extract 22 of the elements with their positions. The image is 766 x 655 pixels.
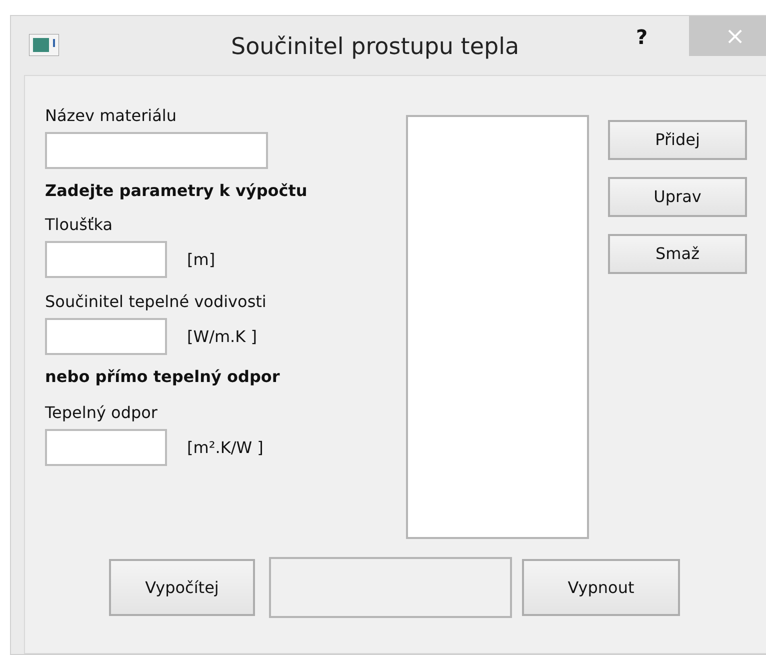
section-heading: nebo přímo tepelný odpor	[45, 366, 281, 388]
action-button[interactable]: Přidej	[608, 120, 747, 160]
list-box[interactable]	[406, 115, 589, 539]
input-field[interactable]	[45, 132, 268, 169]
field-label: Tloušťka	[45, 215, 114, 235]
help-button[interactable]: ?	[636, 22, 648, 52]
input-field[interactable]	[45, 429, 167, 466]
input-field[interactable]	[45, 241, 167, 278]
unit-label: [m]	[187, 248, 216, 270]
field-label: Součinitel tepelné vodivosti	[45, 292, 268, 312]
unit-label: [W/m.K ]	[187, 326, 257, 348]
input-field[interactable]	[45, 318, 167, 355]
action-button[interactable]: Smaž	[608, 234, 747, 274]
app-icon	[29, 34, 59, 56]
quit-button[interactable]: Vypnout	[522, 559, 680, 616]
action-button[interactable]: Uprav	[608, 177, 747, 217]
unit-label: [m².K/W ]	[187, 436, 264, 458]
field-label: Tepelný odpor	[45, 403, 159, 423]
window-title: Součinitel prostupu tepla	[231, 33, 520, 62]
compute-button[interactable]: Vypočítej	[109, 559, 255, 616]
section-heading: Zadejte parametry k výpočtu	[45, 180, 308, 202]
field-label: Název materiálu	[45, 106, 178, 126]
